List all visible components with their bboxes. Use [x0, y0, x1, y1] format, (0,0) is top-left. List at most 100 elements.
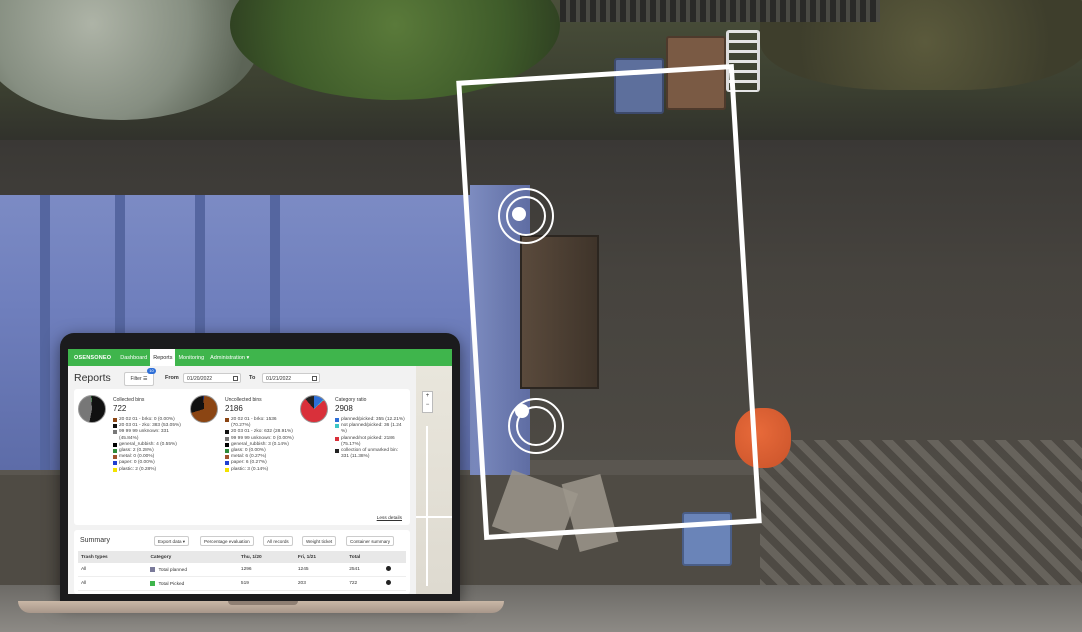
filter-button[interactable]: Filter ☰ [124, 372, 154, 386]
sensor-icon [512, 207, 526, 221]
from-date-value: 01/20/2022 [187, 376, 213, 382]
legend-swatch [225, 467, 229, 472]
ratio-legend: planned/picked: 355 (12.21%) not planned… [335, 417, 407, 460]
legend-swatch [113, 418, 117, 422]
ratio-title: Category ratio [335, 397, 367, 403]
legend-item: 20 02 01 - brko: 1536 (70.27%) [225, 417, 297, 429]
legend-item: 99 99 99 unknown: 331 (45.84%) [113, 429, 185, 441]
weight-ticket-button[interactable]: Weight ticket [302, 536, 337, 546]
truck-rib [40, 195, 50, 470]
legend-swatch [113, 461, 117, 466]
calendar-icon[interactable] [312, 376, 317, 381]
column-header[interactable]: Trash types [78, 551, 148, 563]
page-title: Reports [74, 372, 111, 384]
legend-swatch [225, 442, 229, 447]
category-swatch [150, 580, 156, 586]
ratio-value: 2908 [335, 404, 353, 413]
uncollected-legend: 20 02 01 - brko: 1536 (70.27%) 20 03 01 … [225, 417, 297, 473]
collected-value: 722 [113, 404, 127, 413]
trash-type-cell: All [78, 576, 148, 591]
from-date-input[interactable]: 01/20/2022 [183, 373, 241, 383]
collected-title: Collected bins [113, 397, 145, 403]
legend-swatch [335, 418, 339, 422]
category-swatch [150, 566, 156, 572]
map-zoom-control: + − [422, 391, 433, 413]
nav-reports[interactable]: Reports [150, 349, 176, 366]
zoom-in-button[interactable]: + [423, 392, 432, 401]
to-date-value: 01/21/2022 [266, 376, 292, 382]
info-icon[interactable] [385, 566, 391, 571]
container-summary-button[interactable]: Container summary [346, 536, 395, 546]
map-panel[interactable]: + − [416, 366, 452, 594]
percentage-evaluation-button[interactable]: Percentage evaluation [200, 536, 254, 546]
legend-swatch [225, 449, 229, 454]
legend-item: plastic: 2 (0.28%) [113, 467, 185, 473]
legend-swatch [225, 461, 229, 466]
column-header[interactable]: Total [346, 551, 383, 563]
day1-cell: 1296 [237, 563, 295, 577]
legend-swatch [335, 449, 339, 454]
to-date-input[interactable]: 01/21/2022 [262, 373, 320, 383]
all-records-button[interactable]: All records [263, 536, 293, 546]
legend-swatch [113, 430, 117, 435]
table-header-row: Trash types Category Thu, 1/20 Fri, 1/21… [78, 551, 406, 563]
legend-item: plastic: 3 (0.14%) [225, 467, 297, 473]
legend-item: collection of unmarked bin: 331 (11.38%) [335, 448, 407, 460]
legend-swatch [113, 442, 117, 447]
column-header[interactable]: Category [147, 551, 238, 563]
column-header[interactable]: Thu, 1/20 [237, 551, 295, 563]
day1-cell: 519 [237, 576, 295, 591]
map-road [416, 516, 452, 518]
uncollected-pie-chart [190, 395, 218, 423]
legend-swatch [225, 455, 229, 460]
collected-pie-chart [78, 395, 106, 423]
map-road [426, 426, 428, 586]
filter-count-badge: 10 [147, 368, 156, 374]
info-cell [382, 576, 406, 591]
legend-swatch [113, 449, 117, 454]
legend-swatch [335, 436, 339, 441]
uncollected-title: Uncollected bins [225, 397, 262, 403]
legend-item: planned/not picked: 2186 (75.17%) [335, 436, 407, 448]
total-cell: 722 [346, 576, 383, 591]
info-cell [382, 563, 406, 577]
zoom-out-button[interactable]: − [423, 401, 432, 410]
detection-frame [456, 63, 762, 541]
info-icon[interactable] [385, 580, 391, 585]
legend-item: not planned/picked: 36 (1.24 %) [335, 423, 407, 435]
export-data-button[interactable]: Export data ▾ [154, 536, 190, 546]
uncollected-value: 2186 [225, 404, 243, 413]
app-screen: OSENSONEO Dashboard Reports Monitoring A… [68, 349, 452, 594]
stats-card: Collected bins 722 20 02 01 - brko: 0 (0… [74, 389, 410, 525]
day2-cell: 1245 [294, 563, 347, 577]
category-cell: Total Picked [147, 576, 238, 591]
collected-legend: 20 02 01 - brko: 0 (0.00%) 20 03 01 - zk… [113, 417, 185, 473]
nav-dashboard[interactable]: Dashboard [117, 349, 150, 366]
day2-cell: 203 [294, 576, 347, 591]
fence [560, 0, 880, 22]
brand-logo[interactable]: OSENSONEO [68, 349, 117, 366]
ratio-pie-chart [300, 395, 328, 423]
legend-swatch [225, 418, 229, 422]
nav-administration[interactable]: Administration ▾ [207, 349, 252, 366]
total-cell: 2541 [346, 563, 383, 577]
less-details-link[interactable]: Less details [377, 516, 402, 521]
column-header [382, 551, 406, 563]
table-row[interactable]: All Total Picked 519 203 722 [78, 576, 406, 591]
legend-swatch [113, 467, 117, 472]
category-cell: Total planned [147, 563, 238, 577]
nav-monitoring[interactable]: Monitoring [175, 349, 207, 366]
calendar-icon[interactable] [233, 376, 238, 381]
top-nav: OSENSONEO Dashboard Reports Monitoring A… [68, 349, 452, 366]
trash-type-cell: All [78, 563, 148, 577]
to-label: To [249, 375, 256, 381]
from-label: From [165, 375, 179, 381]
column-header[interactable]: Fri, 1/21 [294, 551, 347, 563]
laptop-notch [228, 601, 298, 605]
summary-table: Trash types Category Thu, 1/20 Fri, 1/21… [78, 551, 406, 591]
table-row[interactable]: All Total planned 1296 1245 2541 [78, 563, 406, 577]
legend-swatch [113, 424, 117, 429]
legend-swatch [113, 455, 117, 460]
paving-area [760, 440, 1082, 590]
reports-content: Reports Filter ☰ 10 From 01/20/2022 To 0… [68, 366, 416, 594]
